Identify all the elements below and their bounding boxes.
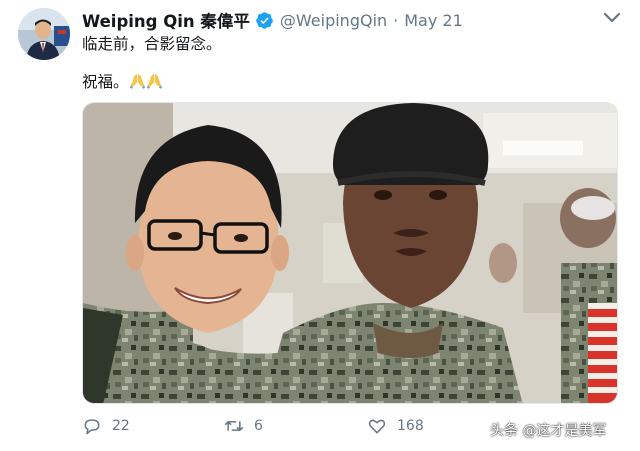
reply-action[interactable]: 22 (82, 414, 130, 438)
chevron-down-icon[interactable] (604, 12, 620, 24)
tweet-card[interactable]: Weiping Qin 秦偉平 @WeipingQin · May 21 临走前… (0, 0, 640, 451)
toutiao-watermark: 头条 @这才是美军 (490, 423, 607, 439)
author-avatar[interactable] (18, 8, 70, 60)
tweet-date[interactable]: May 21 (404, 11, 463, 30)
tweet-header: Weiping Qin 秦偉平 @WeipingQin · May 21 (82, 8, 463, 32)
tweet-text: 临走前，合影留念。 祝福。 (82, 34, 222, 92)
reply-count: 22 (112, 418, 130, 434)
folded-hands-emoji-icon (146, 73, 162, 89)
author-display-name[interactable]: Weiping Qin 秦偉平 (82, 8, 250, 32)
retweet-icon (224, 421, 244, 431)
photo-two-men-in-uniform (83, 103, 617, 403)
tweet-photo[interactable] (82, 102, 618, 404)
heart-icon (368, 419, 386, 434)
like-action[interactable]: 168 (367, 414, 424, 438)
tweet-text-line-2: 祝福。 (82, 72, 222, 92)
tweet-text-line-2-text: 祝福。 (82, 73, 129, 91)
reply-icon (84, 419, 100, 435)
verified-badge-icon (256, 11, 273, 29)
avatar-photo (18, 8, 70, 60)
header-separator: · (393, 10, 399, 30)
author-handle[interactable]: @WeipingQin (280, 11, 387, 30)
retweet-count: 6 (254, 418, 263, 434)
tweet-text-line-1: 临走前，合影留念。 (82, 35, 222, 53)
retweet-action[interactable]: 6 (224, 414, 263, 438)
folded-hands-emoji-icon (129, 73, 145, 89)
like-count: 168 (397, 418, 424, 434)
